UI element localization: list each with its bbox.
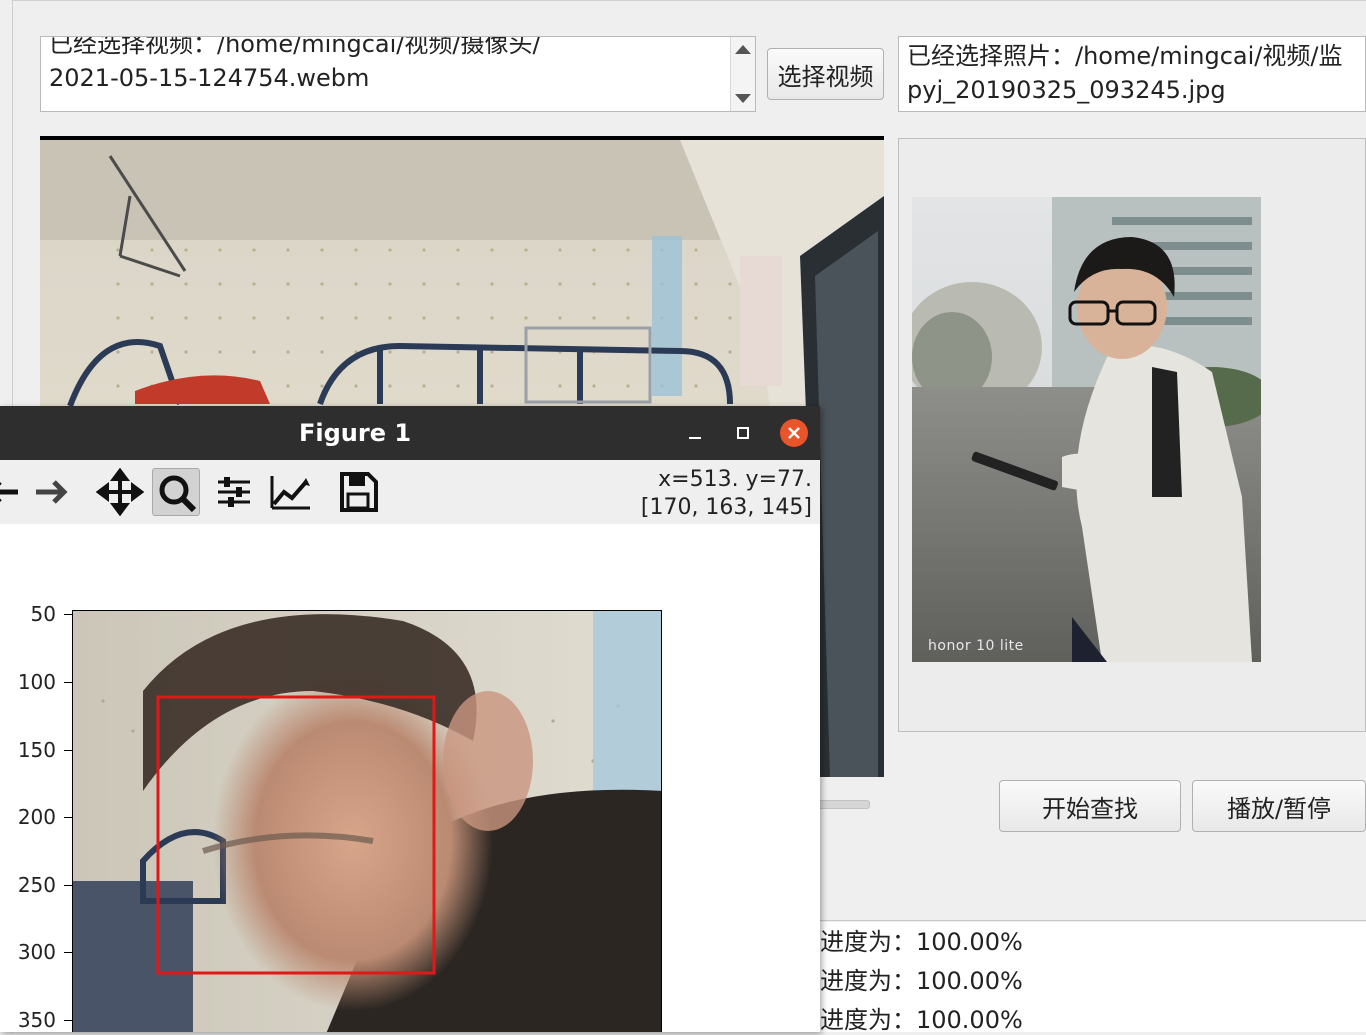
scroll-down-arrow-icon[interactable] [735, 94, 751, 103]
ytick-mark [64, 1020, 72, 1021]
minimize-icon[interactable] [680, 418, 710, 448]
ytick-mark [64, 750, 72, 751]
photo-path-line-1: 已经选择照片：/home/mingcai/视频/监 [907, 42, 1343, 70]
coord-xy: x=513. y=77. [658, 467, 812, 492]
log-divider [812, 920, 1366, 921]
photo-path-display[interactable]: 已经选择照片：/home/mingcai/视频/监 pyj_20190325_0… [898, 36, 1366, 112]
selected-photo: honor 10 lite [912, 197, 1261, 662]
figure-titlebar[interactable]: Figure 1 [0, 406, 820, 460]
maximize-icon[interactable] [728, 418, 758, 448]
ytick-label: 350 [17, 1008, 56, 1032]
ytick-label: 150 [17, 738, 56, 762]
subplots-config-icon[interactable] [210, 468, 258, 516]
photo-path-line-2: pyj_20190325_093245.jpg [907, 76, 1226, 104]
cursor-coordinate-readout: x=513. y=77. [170, 163, 145] [641, 466, 812, 522]
save-icon[interactable] [334, 468, 382, 516]
photo-display-panel: honor 10 lite [898, 138, 1366, 732]
back-arrow-icon[interactable] [0, 468, 26, 516]
coord-pixel-value: [170, 163, 145] [640, 495, 812, 520]
edit-axis-icon[interactable] [266, 468, 314, 516]
video-path-line-1: 已经选择视频：/home/mingcai/视频/摄像头/ [49, 36, 541, 58]
close-button[interactable] [780, 419, 808, 447]
log-line: 进度为：100.00% [820, 1006, 1023, 1034]
video-path-line-2: 2021-05-15-124754.webm [49, 64, 370, 92]
start-search-button[interactable]: 开始查找 [999, 780, 1181, 832]
ytick-mark [64, 817, 72, 818]
play-pause-button[interactable]: 播放/暂停 [1192, 780, 1366, 832]
forward-arrow-icon[interactable] [28, 468, 76, 516]
video-path-scrollbar[interactable] [730, 37, 755, 111]
image-plot[interactable] [72, 610, 662, 1032]
close-icon [788, 427, 800, 439]
figure-window: Figure 1 x=513. y=77. [170, 163, 145] 50… [0, 406, 820, 1032]
scroll-up-arrow-icon[interactable] [735, 45, 751, 54]
ytick-mark [64, 614, 72, 615]
ytick-mark [64, 682, 72, 683]
video-progress-slider[interactable] [812, 800, 870, 809]
progress-log: 进度为：100.00% 进度为：100.00% 进度为：100.00% [812, 922, 1366, 1034]
figure-title: Figure 1 [298, 419, 412, 447]
figure-axes[interactable]: 50 100 150 200 250 300 350 [0, 524, 820, 1032]
log-line: 进度为：100.00% [820, 928, 1023, 956]
figure-toolbar: x=513. y=77. [170, 163, 145] [0, 460, 820, 525]
ytick-label: 50 [30, 602, 56, 626]
ytick-label: 300 [17, 940, 56, 964]
zoom-icon[interactable] [152, 468, 200, 516]
log-line: 进度为：100.00% [820, 967, 1023, 995]
person-photo-image [912, 197, 1261, 662]
ytick-mark [64, 952, 72, 953]
ytick-label: 100 [17, 670, 56, 694]
video-path-display[interactable]: 已经选择视频：/home/mingcai/视频/摄像头/ 2021-05-15-… [40, 36, 756, 112]
pan-icon[interactable] [96, 468, 144, 516]
ytick-label: 250 [17, 873, 56, 897]
camera-watermark: honor 10 lite [928, 638, 1024, 654]
ytick-mark [64, 885, 72, 886]
select-video-button[interactable]: 选择视频 [767, 48, 884, 100]
captured-frame-image [73, 611, 661, 1032]
ytick-label: 200 [17, 805, 56, 829]
